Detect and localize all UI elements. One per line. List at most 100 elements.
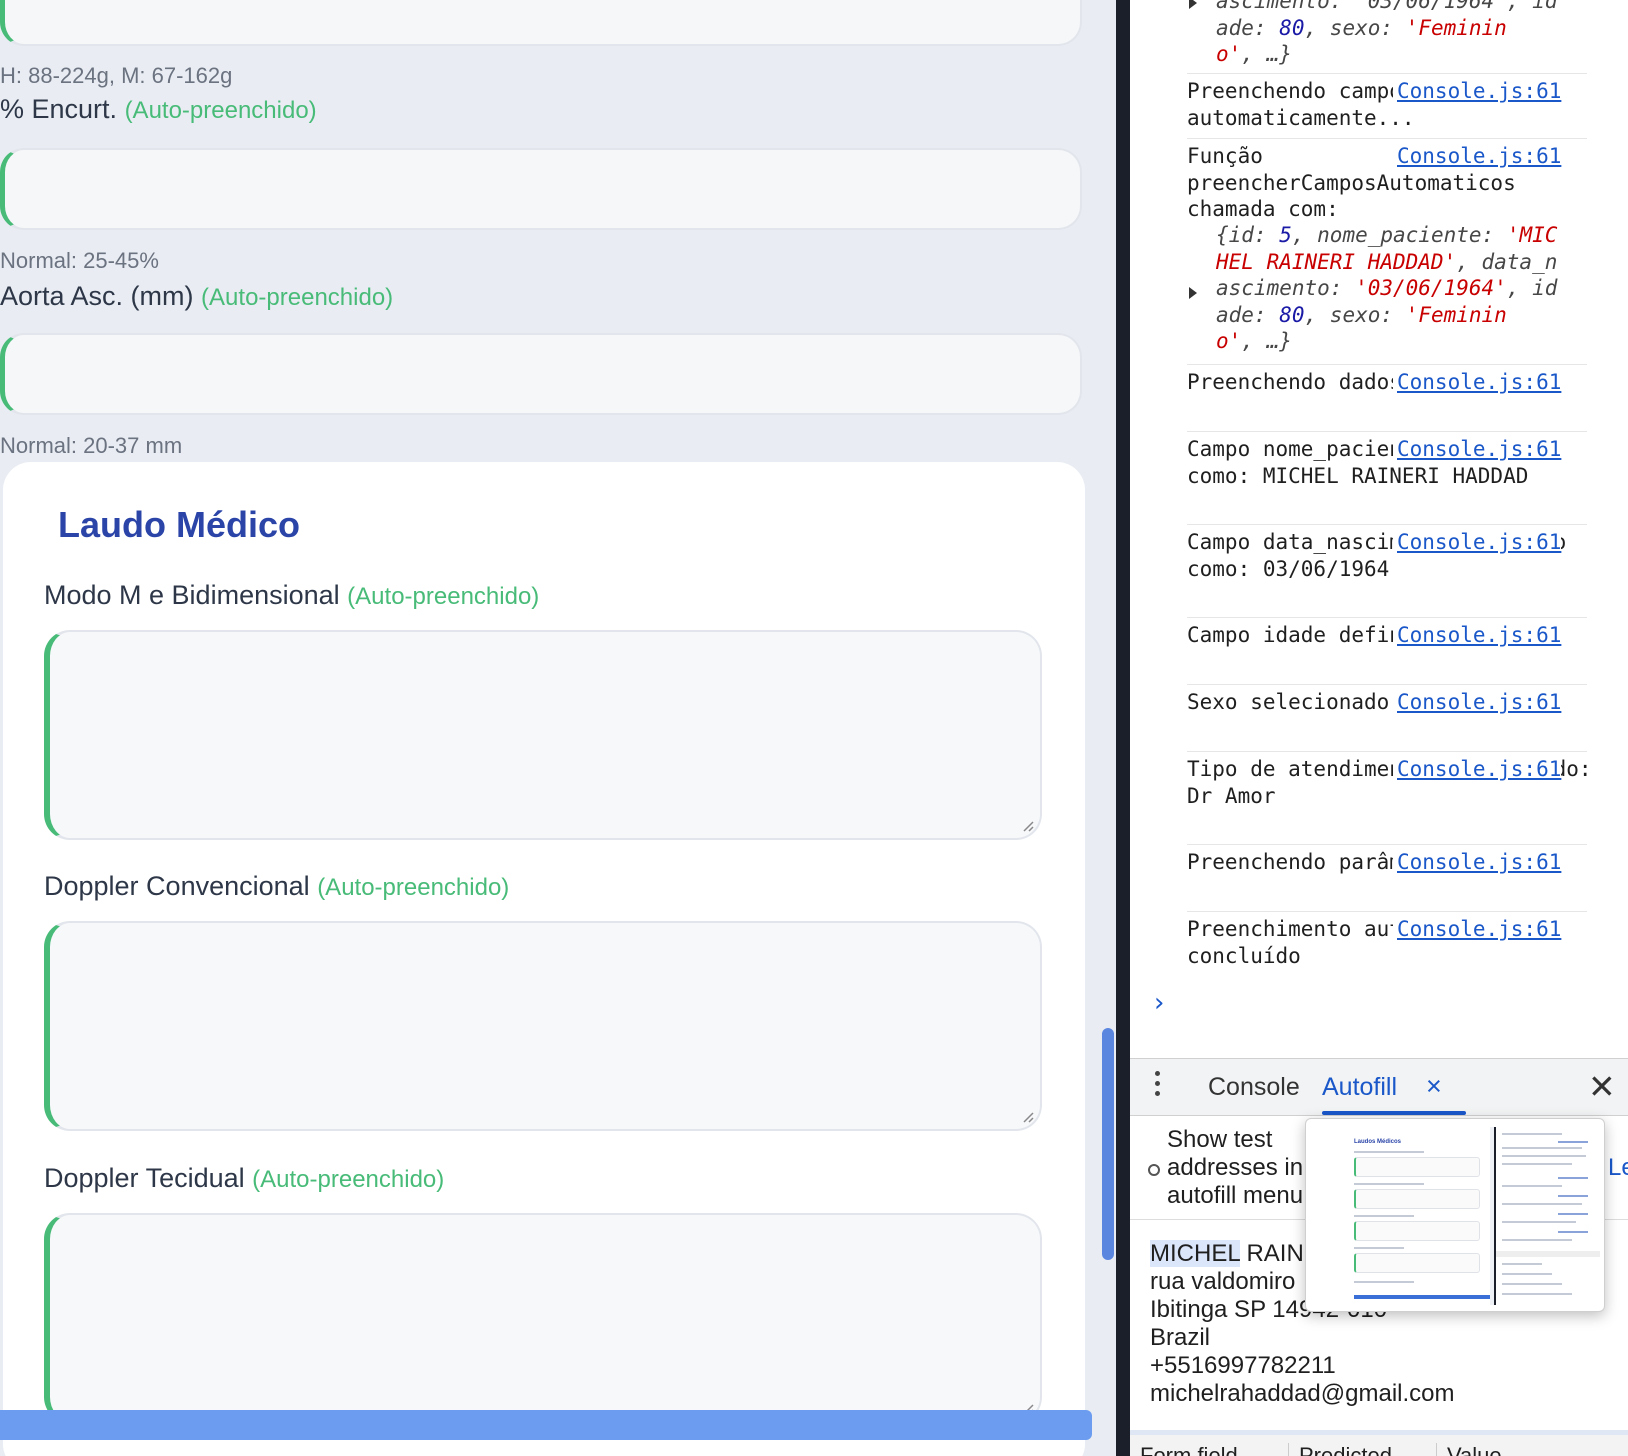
modo-m-textarea[interactable] bbox=[44, 630, 1042, 840]
console-entry: Campo data_nascimento definido como: 03/… bbox=[1187, 524, 1587, 616]
bottom-action-bar[interactable] bbox=[0, 1410, 1092, 1440]
thumbnail-line bbox=[1502, 1239, 1572, 1241]
thumbnail-line bbox=[1354, 1151, 1424, 1153]
object-text: , sexo: bbox=[1304, 302, 1406, 327]
aorta-input[interactable] bbox=[0, 333, 1082, 415]
object-text: ascimento: '03/06/1964', id bbox=[1216, 0, 1558, 13]
column-predicted[interactable]: Predicted bbox=[1288, 1443, 1392, 1456]
column-value[interactable]: Value bbox=[1436, 1443, 1502, 1456]
thumbnail-line bbox=[1502, 1163, 1572, 1165]
console-source-link[interactable]: Console.js:61 bbox=[1393, 529, 1562, 556]
thumbnail-page: Laudos Médicos bbox=[1314, 1127, 1490, 1305]
address-phone[interactable]: +5516997782211 bbox=[1150, 1352, 1336, 1379]
previous-input-field[interactable] bbox=[0, 0, 1082, 46]
object-number: 80 bbox=[1279, 15, 1305, 40]
thumbnail-field bbox=[1354, 1221, 1480, 1241]
tab-autofill[interactable]: Autofill bbox=[1322, 1073, 1397, 1102]
more-options-icon[interactable] bbox=[1152, 1071, 1162, 1101]
console-source-link[interactable]: Console.js:61 bbox=[1393, 78, 1562, 105]
close-tab-icon[interactable]: × bbox=[1426, 1071, 1442, 1102]
console-entry: Sexo selecionado: Feminino Console.js:61 bbox=[1187, 684, 1587, 750]
thumbnail-line bbox=[1502, 1203, 1582, 1205]
object-string: 'Feminin bbox=[1405, 15, 1507, 40]
aorta-label: Aorta Asc. (mm) (Auto-preenchido) bbox=[0, 281, 393, 312]
console-source-link[interactable]: Console.js:61 bbox=[1393, 916, 1562, 943]
object-text: , id bbox=[1506, 276, 1558, 300]
auto-fill-tag: (Auto-preenchido) bbox=[317, 874, 510, 901]
thumbnail-line bbox=[1354, 1183, 1424, 1185]
console-prompt-chevron-icon[interactable]: › bbox=[1154, 988, 1164, 1018]
object-text: , nome_paciente: bbox=[1291, 223, 1507, 247]
console-source-link[interactable]: Console.js:61 bbox=[1393, 622, 1562, 649]
doppler-tecidual-label-text: Doppler Tecidual bbox=[44, 1163, 245, 1193]
object-number: 5 bbox=[1279, 223, 1292, 247]
thumbnail-line bbox=[1502, 1273, 1552, 1275]
thumbnail-line bbox=[1502, 1155, 1586, 1157]
aorta-label-text: Aorta Asc. (mm) bbox=[0, 281, 194, 311]
encurt-label: % Encurt. (Auto-preenchido) bbox=[0, 94, 317, 125]
thumbnail-line bbox=[1502, 1221, 1576, 1223]
resize-grip-icon[interactable] bbox=[1020, 1109, 1034, 1123]
thumbnail-line bbox=[1354, 1247, 1404, 1249]
thumbnail-line bbox=[1502, 1293, 1572, 1295]
thumbnail-line bbox=[1354, 1215, 1414, 1217]
address-name-highlight[interactable]: MICHEL bbox=[1150, 1240, 1240, 1267]
thumbnail-link bbox=[1558, 1195, 1588, 1197]
thumbnail-devtools bbox=[1494, 1127, 1600, 1305]
column-form-field[interactable]: Form field bbox=[1130, 1443, 1238, 1456]
thumbnail-field bbox=[1354, 1189, 1480, 1209]
auto-fill-tag: (Auto-preenchido) bbox=[201, 284, 394, 311]
tab-console[interactable]: Console bbox=[1208, 1073, 1300, 1102]
console-source-link[interactable]: Console.js:61 bbox=[1393, 369, 1562, 396]
object-string: o' bbox=[1216, 42, 1242, 66]
console-source-link[interactable]: Console.js:61 bbox=[1393, 143, 1562, 170]
address-country[interactable]: Brazil bbox=[1150, 1324, 1210, 1351]
modo-m-label-text: Modo M e Bidimensional bbox=[44, 580, 340, 610]
address-street[interactable]: rua valdomiro bbox=[1150, 1268, 1295, 1295]
aorta-hint: Normal: 20-37 mm bbox=[0, 433, 183, 458]
page-scrollbar-thumb[interactable] bbox=[1102, 1028, 1114, 1260]
doppler-tecidual-textarea[interactable] bbox=[44, 1213, 1042, 1423]
expand-triangle-icon[interactable] bbox=[1189, 287, 1197, 299]
doppler-convencional-textarea[interactable] bbox=[44, 921, 1042, 1131]
address-email[interactable]: michelrahaddad@gmail.com bbox=[1150, 1380, 1455, 1407]
console-source-link[interactable]: Console.js:61 bbox=[1393, 756, 1562, 783]
encurt-input[interactable] bbox=[0, 148, 1082, 230]
auto-fill-tag: (Auto-preenchido) bbox=[124, 97, 317, 124]
mass-hint: H: 88-224g, M: 67-162g bbox=[0, 63, 233, 88]
object-text: ade: bbox=[1216, 302, 1280, 327]
expand-triangle-icon[interactable] bbox=[1189, 0, 1197, 9]
console-object: {id: 5, nome_paciente: 'MIC HEL RAINERI … bbox=[1216, 222, 1591, 355]
learn-more-link[interactable]: Lea bbox=[1608, 1154, 1628, 1182]
thumbnail-line bbox=[1502, 1185, 1562, 1187]
test-addresses-label: Show test addresses in autofill menu bbox=[1167, 1126, 1317, 1210]
console-source-link[interactable]: Console.js:61 bbox=[1393, 849, 1562, 876]
thumbnail-field bbox=[1354, 1157, 1480, 1177]
encurt-label-text: % Encurt. bbox=[0, 94, 118, 124]
encurt-hint: Normal: 25-45% bbox=[0, 248, 159, 273]
object-text: ade: bbox=[1216, 15, 1280, 40]
web-page: H: 88-224g, M: 67-162g % Encurt. (Auto-p… bbox=[0, 0, 1116, 1456]
console-entry: Preenchendo campos automaticamente... Co… bbox=[1187, 73, 1587, 137]
console-source-link[interactable]: Console.js:61 bbox=[1393, 436, 1562, 463]
doppler-convencional-label: Doppler Convencional (Auto-preenchido) bbox=[44, 871, 509, 902]
object-string: o' bbox=[1216, 329, 1242, 353]
thumbnail-line bbox=[1354, 1281, 1414, 1283]
console-entry: Campo idade definido como: 80 Console.js… bbox=[1187, 617, 1587, 683]
object-text: , sexo: bbox=[1304, 15, 1406, 40]
object-string: HEL RAINERI HADDAD' bbox=[1216, 249, 1457, 274]
test-addresses-checkbox[interactable] bbox=[1148, 1164, 1160, 1176]
object-string: 'MIC bbox=[1506, 223, 1558, 247]
object-text: , …} bbox=[1241, 329, 1292, 353]
console-entry: Preenchendo dados básicos... Console.js:… bbox=[1187, 364, 1587, 430]
close-drawer-icon[interactable]: ✕ bbox=[1588, 1067, 1616, 1106]
console-entry: Campo nome_paciente definido como: MICHE… bbox=[1187, 431, 1587, 523]
screenshot-thumbnail-preview: Laudos Médicos bbox=[1305, 1118, 1605, 1312]
label-line: Show test bbox=[1167, 1126, 1273, 1153]
resize-grip-icon[interactable] bbox=[1020, 818, 1034, 832]
thumbnail-link bbox=[1558, 1213, 1588, 1215]
console-object: ascimento: '03/06/1964', id ade: 80, sex… bbox=[1216, 0, 1591, 68]
console-source-link[interactable]: Console.js:61 bbox=[1393, 689, 1562, 716]
drawer-tab-bar: Console Autofill × ✕ bbox=[1130, 1058, 1628, 1116]
object-text: ascimento: bbox=[1216, 276, 1356, 300]
